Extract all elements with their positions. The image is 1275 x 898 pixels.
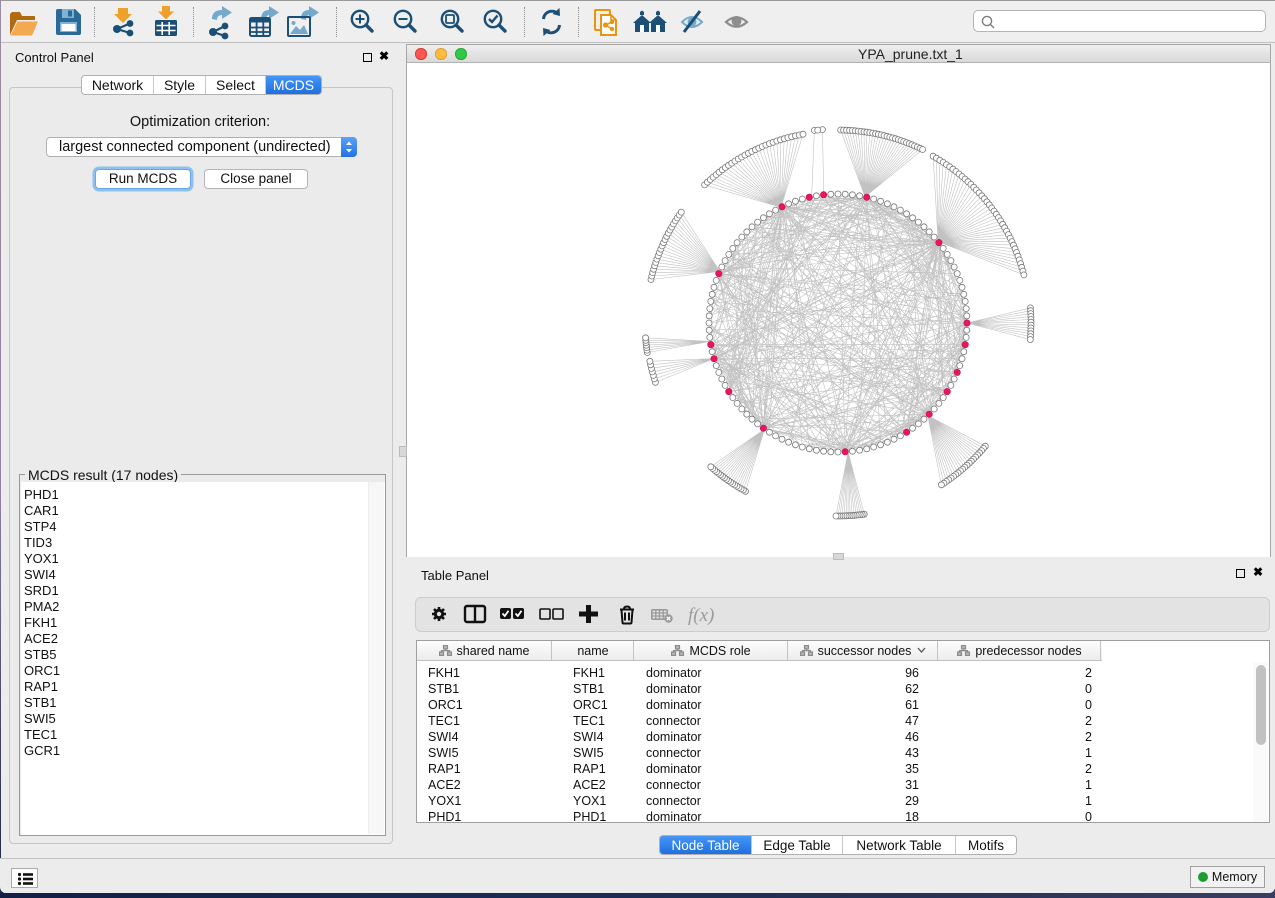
svg-text:f(x): f(x) (688, 605, 714, 626)
